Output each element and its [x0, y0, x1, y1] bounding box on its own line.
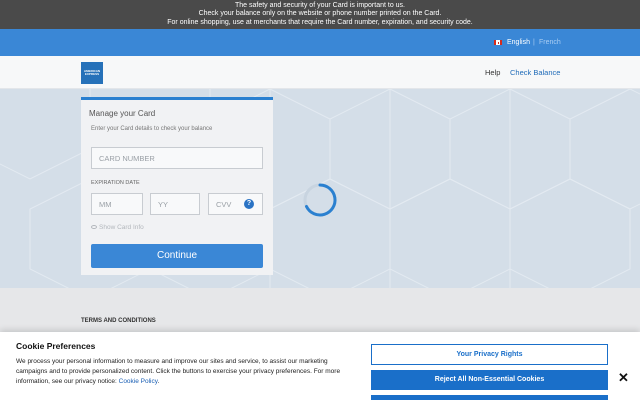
cookie-text-period: . — [157, 378, 160, 385]
accept-cookies-button[interactable] — [371, 395, 608, 400]
language-separator: | — [533, 39, 535, 46]
manage-card-panel: Manage your Card Enter your Card details… — [81, 97, 273, 275]
eye-icon — [91, 225, 97, 230]
notice-line-1: The safety and security of your Card is … — [234, 2, 406, 9]
expiration-date-label: EXPIRATION DATE — [91, 180, 140, 186]
language-french[interactable]: French — [539, 39, 561, 46]
cookie-title: Cookie Preferences — [16, 341, 96, 351]
language-bar: English | French — [0, 29, 640, 56]
cookie-preferences-banner: Cookie Preferences We process your perso… — [0, 332, 640, 400]
question-icon[interactable]: ? — [244, 199, 254, 209]
help-link[interactable]: Help — [485, 68, 500, 77]
canada-flag-icon — [494, 40, 502, 45]
check-balance-link[interactable]: Check Balance — [510, 68, 560, 77]
amex-logo[interactable]: AMERICAN EXPRESS — [81, 62, 103, 84]
logo-text: AMERICAN EXPRESS — [83, 69, 101, 76]
security-notice-bar: The safety and security of your Card is … — [0, 0, 640, 29]
cookie-text-body: We process your personal information to … — [16, 358, 341, 385]
terms-and-conditions-link[interactable]: TERMS AND CONDITIONS — [81, 318, 156, 324]
privacy-rights-button[interactable]: Your Privacy Rights — [371, 344, 608, 365]
card-panel-subtitle: Enter your Card details to check your ba… — [91, 126, 213, 132]
card-panel-title: Manage your Card — [89, 109, 156, 118]
site-header: AMERICAN EXPRESS Help Check Balance — [0, 56, 640, 89]
show-card-info-toggle[interactable]: Show Card Info — [91, 224, 144, 231]
continue-button[interactable]: Continue — [91, 244, 263, 268]
cookie-policy-link[interactable]: Cookie Policy — [119, 378, 158, 385]
card-number-input[interactable]: CARD NUMBER — [91, 147, 263, 169]
loading-spinner-icon — [303, 183, 337, 217]
expiration-year-input[interactable]: YY — [150, 193, 200, 215]
notice-line-2: Check your balance only on the website o… — [198, 10, 442, 18]
notice-line-3: For online shopping, use at merchants th… — [167, 18, 473, 26]
language-english[interactable]: English — [507, 39, 530, 46]
cvv-input[interactable]: CVV — [208, 193, 263, 215]
cookie-description: We process your personal information to … — [16, 357, 356, 387]
expiration-month-input[interactable]: MM — [91, 193, 143, 215]
close-icon[interactable]: ✕ — [618, 370, 629, 386]
show-card-info-label: Show Card Info — [99, 224, 144, 231]
footer-area: TERMS AND CONDITIONS — [0, 288, 640, 332]
reject-cookies-button[interactable]: Reject All Non-Essential Cookies — [371, 370, 608, 390]
